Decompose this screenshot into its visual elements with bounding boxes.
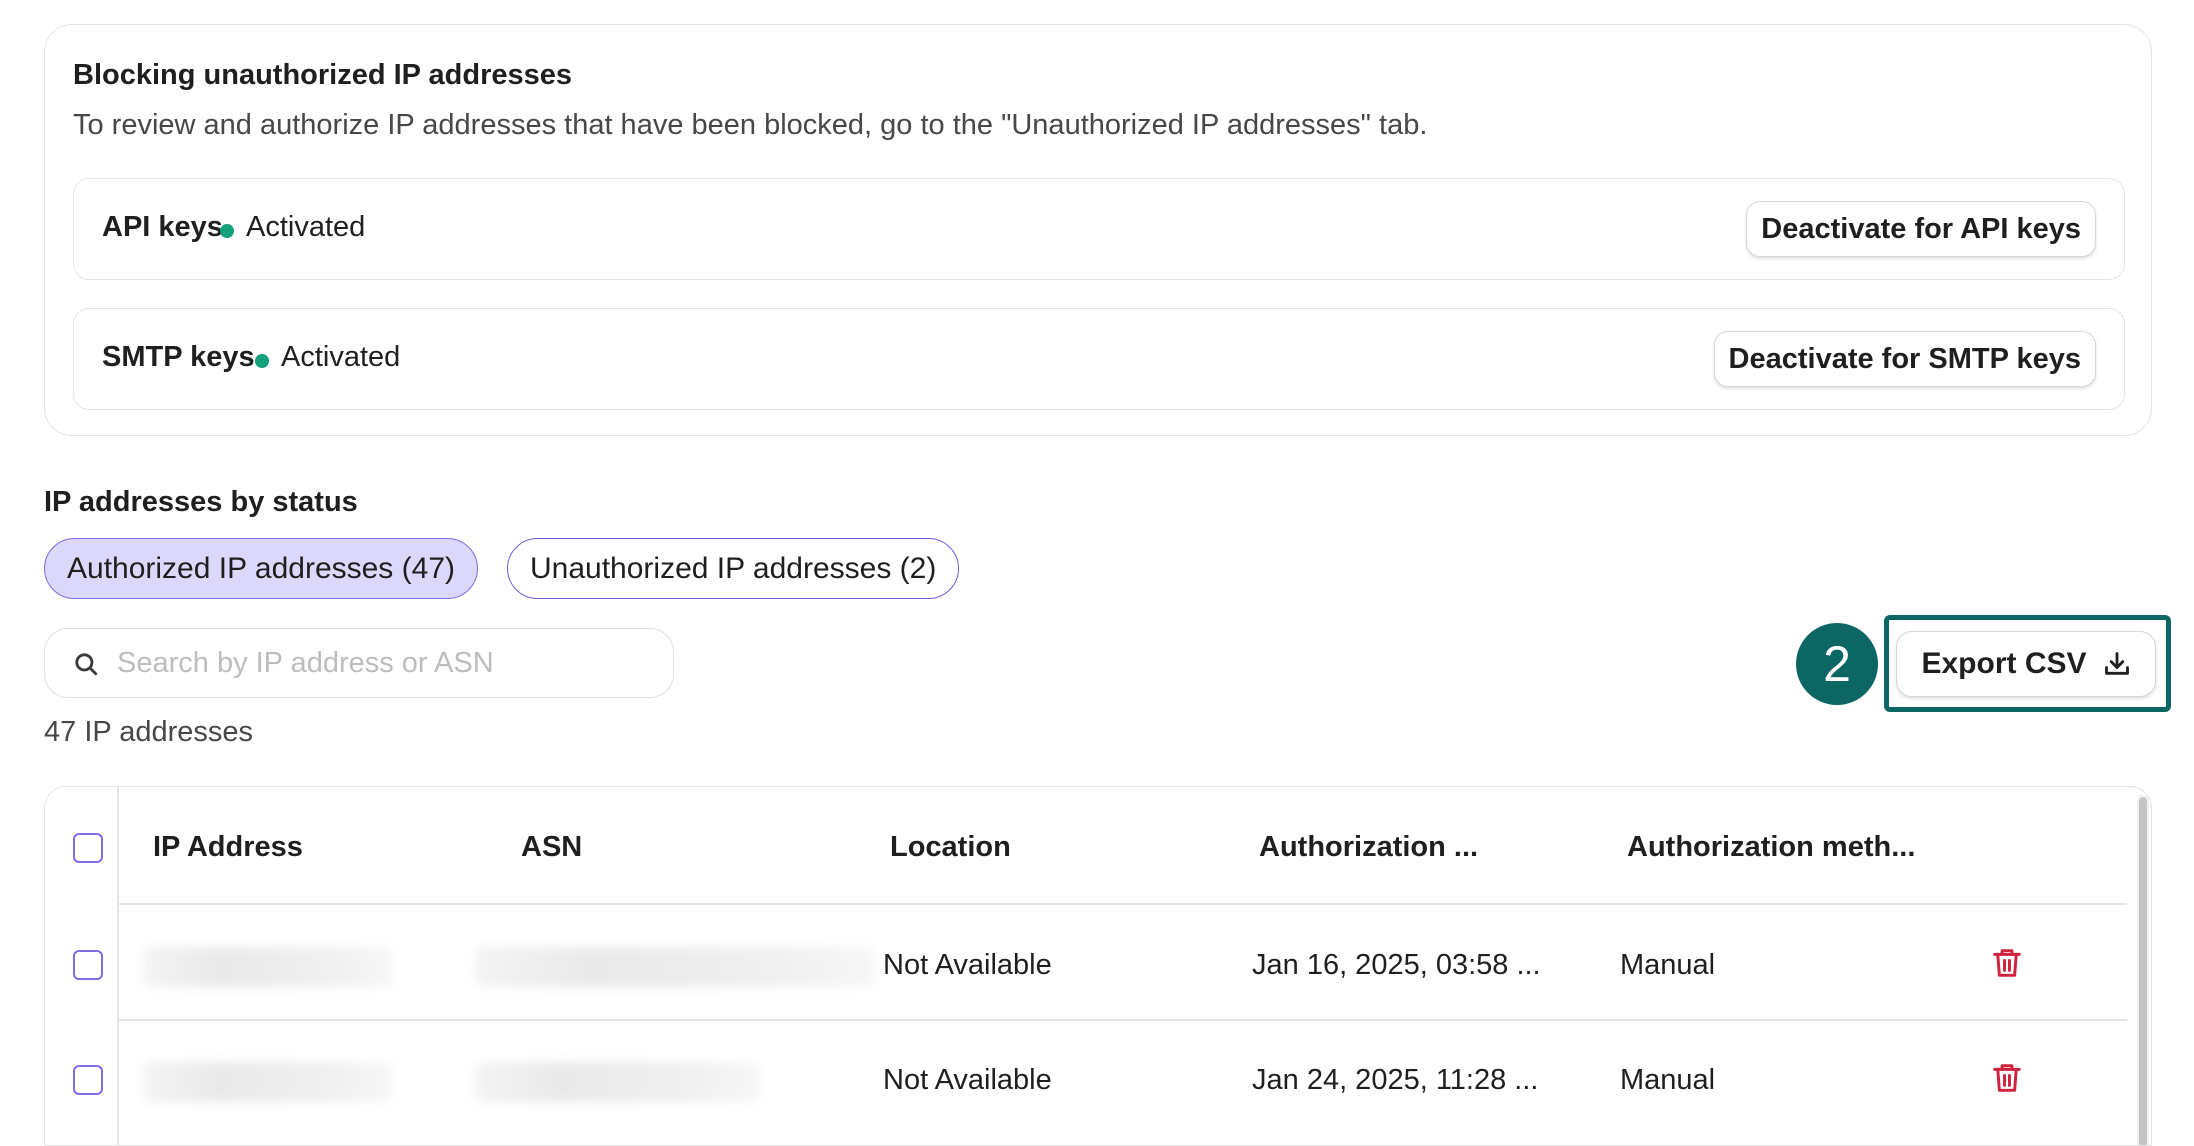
smtp-keys-status: Activated — [281, 341, 401, 373]
row-divider — [117, 903, 2127, 905]
status-section-title: IP addresses by status — [44, 486, 358, 518]
deactivate-api-keys-button[interactable]: Deactivate for API keys — [1746, 201, 2096, 257]
search-box — [44, 628, 674, 698]
row-divider — [117, 1019, 2127, 1021]
api-keys-status: Activated — [246, 211, 366, 243]
search-input[interactable] — [115, 639, 655, 687]
status-dot-icon — [220, 224, 234, 238]
tab-authorized-label: Authorized IP addresses (47) — [67, 551, 455, 585]
smtp-keys-row: SMTP keys Activated Deactivate for SMTP … — [73, 308, 2125, 410]
location-cell: Not Available — [883, 1064, 1052, 1096]
authorization-method-cell: Manual — [1620, 949, 1716, 981]
status-dot-icon — [255, 354, 269, 368]
column-divider — [117, 787, 119, 1145]
export-csv-label: Export CSV — [1921, 647, 2087, 680]
column-header-authorization-date[interactable]: Authorization ... — [1259, 831, 1478, 864]
authorization-method-cell: Manual — [1620, 1064, 1716, 1096]
tab-unauthorized-label: Unauthorized IP addresses (2) — [530, 551, 937, 585]
column-header-location[interactable]: Location — [890, 831, 1011, 864]
blocking-card: Blocking unauthorized IP addresses To re… — [44, 24, 2152, 436]
blocking-description: To review and authorize IP addresses tha… — [73, 109, 1428, 141]
redacted-asn — [475, 947, 875, 987]
select-all-checkbox[interactable] — [73, 833, 103, 863]
api-keys-label: API keys — [102, 211, 223, 243]
search-icon — [75, 653, 98, 676]
redacted-asn — [475, 1062, 760, 1102]
redacted-ip-address — [143, 947, 393, 987]
column-header-ip-address[interactable]: IP Address — [153, 831, 303, 864]
redacted-ip-address — [143, 1062, 393, 1102]
smtp-keys-label: SMTP keys — [102, 341, 255, 373]
deactivate-smtp-keys-button[interactable]: Deactivate for SMTP keys — [1713, 331, 2096, 387]
row-checkbox[interactable] — [73, 950, 103, 980]
tab-authorized-ip-addresses[interactable]: Authorized IP addresses (47) — [44, 538, 478, 599]
column-header-asn[interactable]: ASN — [521, 831, 582, 864]
column-header-authorization-method[interactable]: Authorization meth... — [1627, 831, 1915, 864]
authorization-date-cell: Jan 16, 2025, 03:58 ... — [1252, 949, 1541, 981]
ip-table: IP Address ASN Location Authorization ..… — [44, 786, 2152, 1146]
api-keys-row: API keys Activated Deactivate for API ke… — [73, 178, 2125, 280]
row-checkbox[interactable] — [73, 1065, 103, 1095]
blocking-title: Blocking unauthorized IP addresses — [73, 59, 573, 91]
table-scrollbar-thumb[interactable] — [2139, 797, 2147, 1145]
location-cell: Not Available — [883, 949, 1052, 981]
step-number-badge: 2 — [1796, 623, 1878, 705]
ip-count-label: 47 IP addresses — [44, 716, 254, 748]
trash-icon[interactable] — [1992, 1062, 2022, 1094]
export-csv-button[interactable]: Export CSV — [1896, 631, 2156, 697]
download-icon — [2104, 652, 2129, 675]
trash-icon[interactable] — [1992, 947, 2022, 979]
tab-unauthorized-ip-addresses[interactable]: Unauthorized IP addresses (2) — [507, 538, 960, 599]
authorization-date-cell: Jan 24, 2025, 11:28 ... — [1252, 1064, 1539, 1096]
